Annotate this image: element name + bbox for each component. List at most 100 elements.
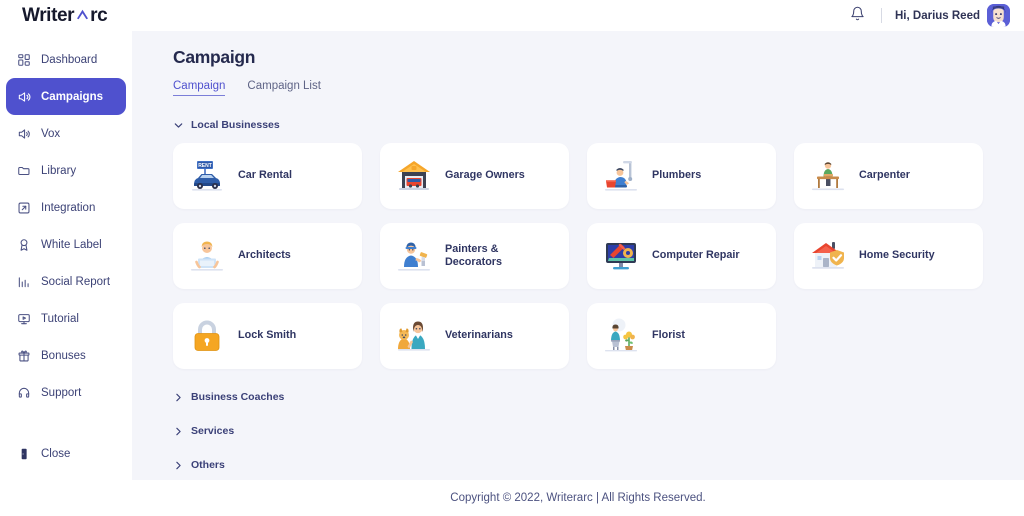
painter-icon (394, 236, 434, 276)
sidebar-item-label: Library (41, 164, 77, 177)
accordion-title: Local Businesses (191, 119, 280, 131)
campaign-card-veterinarians[interactable]: Veterinarians (380, 303, 569, 369)
campaign-card-label: Lock Smith (238, 329, 297, 342)
gift-box-icon (16, 348, 31, 363)
tab-campaign[interactable]: Campaign (173, 80, 226, 96)
notification-bell-button[interactable] (844, 3, 870, 29)
sidebar-item-bonuses[interactable]: Bonuses (6, 337, 126, 374)
sidebar-item-dashboard[interactable]: Dashboard (6, 41, 126, 78)
campaign-card-garage-owners[interactable]: Garage Owners (380, 143, 569, 209)
footer-main: Copyright © 2022, Writerarc | All Rights… (132, 492, 1024, 504)
sidebar-item-support[interactable]: Support (6, 374, 126, 411)
sidebar: Dashboard Campaigns Vox Library Integrat… (0, 31, 132, 480)
door-close-icon (16, 447, 31, 462)
accordion-title: Business Coaches (191, 391, 285, 403)
sidebar-item-social-report[interactable]: Social Report (6, 263, 126, 300)
campaign-card-label: Garage Owners (445, 169, 525, 182)
campaign-card-home-security[interactable]: Home Security (794, 223, 983, 289)
padlock-icon (187, 316, 227, 356)
sidebar-item-label: Close (41, 448, 71, 460)
campaign-card-label: Carpenter (859, 169, 911, 182)
bar-chart-icon (16, 274, 31, 289)
accordion-header-services[interactable]: Services (173, 425, 985, 437)
top-bar: Writer rc Hi, Darius Reed (0, 0, 1024, 31)
user-greeting: Hi, Darius Reed (895, 9, 980, 22)
top-bar-right: Hi, Darius Reed (844, 3, 1010, 29)
dashboard-grid-icon (16, 52, 31, 67)
arc-a-icon (75, 8, 90, 23)
sidebar-item-label: Vox (41, 127, 61, 140)
page-title: Campaign (173, 47, 256, 67)
sidebar-item-close[interactable]: Close (6, 438, 126, 470)
tab-campaign-list[interactable]: Campaign List (247, 80, 321, 96)
award-ribbon-icon (16, 237, 31, 252)
footer-left-spacer (0, 492, 132, 504)
sidebar-bottom: Close (0, 438, 132, 480)
campaign-card-label: Plumbers (652, 169, 702, 182)
architect-icon (187, 236, 227, 276)
main-content: Campaign Campaign Campaign List Local Bu… (132, 31, 1024, 480)
campaign-card-label: Florist (652, 329, 685, 342)
app-logo[interactable]: Writer rc (14, 4, 108, 27)
headset-icon (16, 385, 31, 400)
app-root: Writer rc Hi, Darius Reed Dashboard Camp… (0, 0, 1024, 516)
accordion-title: Services (191, 425, 235, 437)
campaign-card-lock-smith[interactable]: Lock Smith (173, 303, 362, 369)
tab-bar: Campaign Campaign List (173, 80, 985, 96)
accordion-header-business-coaches[interactable]: Business Coaches (173, 391, 985, 403)
speaker-icon (16, 126, 31, 141)
sidebar-item-campaigns[interactable]: Campaigns (6, 78, 126, 115)
sidebar-nav: Dashboard Campaigns Vox Library Integrat… (0, 41, 132, 411)
svg-text:RENT: RENT (198, 163, 212, 169)
monitor-play-icon (16, 311, 31, 326)
campaign-card-label: Painters & Decorators (445, 242, 503, 268)
sidebar-item-label: Dashboard (41, 53, 98, 66)
chevron-right-icon (173, 392, 184, 403)
accordion-header-local-businesses[interactable]: Local Businesses (173, 119, 985, 131)
campaign-card-label: Architects (238, 249, 291, 262)
plumber-icon (601, 156, 641, 196)
garage-icon (394, 156, 434, 196)
footer: Copyright © 2022, Writerarc | All Rights… (0, 480, 1024, 516)
megaphone-icon (16, 89, 31, 104)
campaign-card-painters-decorators[interactable]: Painters & Decorators (380, 223, 569, 289)
chevron-down-icon (173, 120, 184, 131)
arrow-out-box-icon (16, 200, 31, 215)
campaign-card-florist[interactable]: Florist (587, 303, 776, 369)
sidebar-item-white-label[interactable]: White Label (6, 226, 126, 263)
sidebar-item-label: Bonuses (41, 349, 86, 362)
sidebar-item-label: Social Report (41, 275, 111, 288)
sidebar-item-tutorial[interactable]: Tutorial (6, 300, 126, 337)
campaign-card-architects[interactable]: Architects (173, 223, 362, 289)
chevron-right-icon (173, 460, 184, 471)
folder-icon (16, 163, 31, 178)
sidebar-item-integration[interactable]: Integration (6, 189, 126, 226)
campaign-card-label: Home Security (859, 249, 935, 262)
veterinarian-icon (394, 316, 434, 356)
topbar-divider (881, 8, 882, 23)
copyright-text: Copyright © 2022, Writerarc | All Rights… (450, 492, 706, 504)
campaign-card-plumbers[interactable]: Plumbers (587, 143, 776, 209)
campaign-card-computer-repair[interactable]: Computer Repair (587, 223, 776, 289)
campaign-card-carpenter[interactable]: Carpenter (794, 143, 983, 209)
logo-text-primary: Writer (22, 4, 75, 26)
accordion-title: Others (191, 459, 225, 471)
carpenter-icon (808, 156, 848, 196)
user-avatar[interactable] (987, 4, 1010, 27)
campaign-card-label: Veterinarians (445, 329, 513, 342)
sidebar-item-label: Integration (41, 201, 96, 214)
campaign-card-car-rental[interactable]: RENT Car Rental (173, 143, 362, 209)
campaign-card-label: Computer Repair (652, 249, 740, 262)
sidebar-item-library[interactable]: Library (6, 152, 126, 189)
computer-repair-icon (601, 236, 641, 276)
accordion-header-others[interactable]: Others (173, 459, 985, 471)
card-grid-local-businesses: RENT Car Rental Garage Owners Plumbers C… (173, 143, 985, 369)
sidebar-item-vox[interactable]: Vox (6, 115, 126, 152)
campaign-card-label: Car Rental (238, 169, 293, 182)
main-inner: Campaign Campaign Campaign List Local Bu… (132, 31, 1024, 480)
sidebar-item-label: Campaigns (41, 90, 103, 103)
sidebar-item-label: Support (41, 386, 82, 399)
home-security-icon (808, 236, 848, 276)
notification-bell-icon (850, 6, 865, 26)
chevron-right-icon (173, 426, 184, 437)
